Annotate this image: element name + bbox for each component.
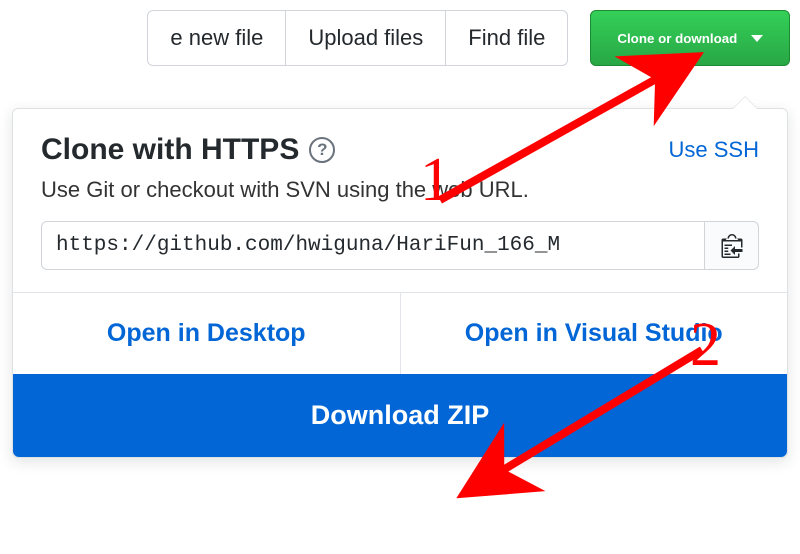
create-new-file-button[interactable]: e new file [147, 10, 286, 66]
clone-url-input[interactable]: https://github.com/hwiguna/HariFun_166_M [41, 221, 705, 270]
use-ssh-link[interactable]: Use SSH [669, 137, 759, 163]
clone-subtext: Use Git or checkout with SVN using the w… [41, 177, 759, 203]
clone-title: Clone with HTTPS ? [41, 133, 335, 167]
help-icon[interactable]: ? [309, 137, 335, 163]
clipboard-icon [721, 234, 743, 258]
caret-down-icon [751, 35, 763, 42]
upload-files-button[interactable]: Upload files [286, 10, 446, 66]
file-button-group: e new file Upload files Find file [147, 10, 568, 66]
clone-title-text: Clone with HTTPS [41, 133, 299, 167]
clone-popover: Clone with HTTPS ? Use SSH Use Git or ch… [12, 108, 788, 458]
open-in-desktop-button[interactable]: Open in Desktop [13, 293, 400, 374]
clone-button-label: Clone or download [617, 31, 737, 46]
download-zip-button[interactable]: Download ZIP [13, 374, 787, 457]
repo-toolbar: e new file Upload files Find file Clone … [0, 0, 800, 66]
find-file-button[interactable]: Find file [446, 10, 568, 66]
open-in-visual-studio-button[interactable]: Open in Visual Studio [400, 293, 788, 374]
copy-url-button[interactable] [705, 221, 759, 270]
clone-or-download-button[interactable]: Clone or download [590, 10, 790, 66]
